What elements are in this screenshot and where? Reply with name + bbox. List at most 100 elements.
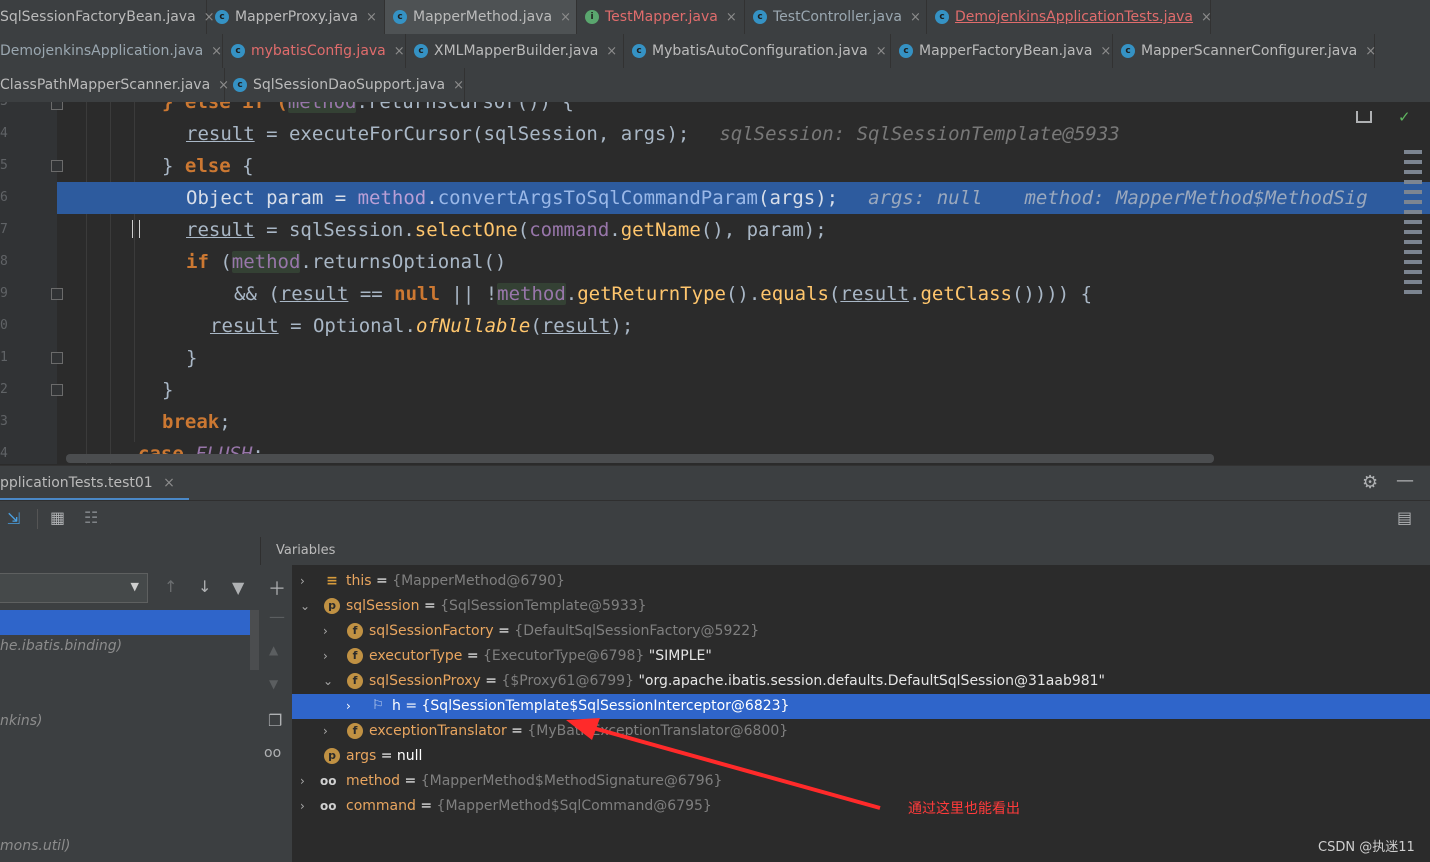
layout-icon[interactable]: ☷ [84, 508, 98, 527]
code-token: == [348, 283, 395, 305]
close-icon[interactable]: × [1100, 44, 1111, 59]
minimize-icon[interactable]: — [1396, 470, 1414, 491]
checkmark-icon[interactable]: ✓ [1398, 108, 1411, 126]
collapse-arrow-icon[interactable]: ⌄ [300, 594, 310, 619]
copy-icon[interactable]: ❐ [268, 711, 282, 730]
tab-mapperscannerconfigurer[interactable]: c MapperScannerConfigurer.java × [1113, 34, 1376, 68]
close-icon[interactable]: × [876, 44, 887, 59]
variables-toolbar: ＋ — ▲ ▼ ❐ oo [260, 565, 293, 862]
close-icon[interactable]: × [726, 10, 737, 25]
tab-demojenkinsapplicationtests[interactable]: c DemojenkinsApplicationTests.java × [927, 0, 1212, 34]
fold-marker-icon[interactable] [51, 102, 63, 110]
step-into-icon[interactable]: ⇲ [7, 509, 20, 528]
code-token: = [278, 315, 313, 337]
frame-item[interactable]: mons.util) [0, 838, 70, 854]
expand-arrow-icon[interactable]: › [323, 719, 328, 744]
editor-tab-row-3: ClassPathMapperScanner.java × c SqlSessi… [0, 68, 1430, 103]
debug-session-tab[interactable]: pplicationTests.test01 × [0, 466, 189, 500]
code-editor[interactable]: 3 4 5 6 7 8 9 0 1 2 3 4 } else if (metho… [0, 102, 1430, 464]
close-icon[interactable]: × [453, 78, 464, 93]
tab-xmlmapperbuilder[interactable]: c XMLMapperBuilder.java × [406, 34, 624, 68]
expand-arrow-icon[interactable]: › [300, 769, 305, 794]
variable-row[interactable]: › f sqlSessionFactory = {DefaultSqlSessi… [292, 619, 1430, 644]
close-icon[interactable]: × [560, 10, 571, 25]
thread-selector[interactable]: ▼ [0, 573, 148, 603]
close-icon[interactable]: × [366, 10, 377, 25]
restore-layout-icon[interactable]: ▤ [1397, 508, 1412, 527]
frame-item[interactable]: nkins) [0, 713, 43, 729]
frame-item[interactable]: he.ibatis.binding) [0, 638, 122, 654]
interface-icon: i [585, 10, 599, 24]
variable-row[interactable]: › ≡ this = {MapperMethod@6790} [292, 569, 1430, 594]
tab-demojenkinsapplication[interactable]: DemojenkinsApplication.java × [0, 34, 223, 68]
frame-item-selected[interactable] [0, 610, 250, 635]
variable-row[interactable]: › oo method = {MapperMethod$MethodSignat… [292, 769, 1430, 794]
tab-label: MybatisAutoConfiguration.java [652, 43, 868, 59]
variable-row[interactable]: ⌄ f sqlSessionProxy = {$Proxy61@6799} "o… [292, 669, 1430, 694]
close-icon[interactable]: × [394, 44, 405, 59]
reader-mode-icon[interactable] [1356, 111, 1372, 123]
variable-row-selected[interactable]: › ⚐ h = {SqlSessionTemplate$SqlSessionIn… [292, 694, 1430, 719]
close-icon[interactable]: × [606, 44, 617, 59]
tab-testmapper[interactable]: i TestMapper.java × [577, 0, 745, 34]
frames-scrollbar[interactable] [250, 610, 259, 670]
variable-row[interactable]: p args = null [292, 744, 1430, 769]
indent-guide [134, 102, 135, 442]
code-token: convertArgsToSqlCommandParam [437, 187, 758, 209]
variable-name: exceptionTranslator [369, 723, 507, 739]
code-token: && ( [234, 283, 280, 305]
parameter-icon: p [324, 598, 340, 614]
move-up-icon[interactable]: ▲ [269, 643, 278, 657]
gear-icon[interactable]: ⚙ [1362, 472, 1378, 493]
close-icon[interactable]: × [910, 10, 921, 25]
error-stripe[interactable] [1404, 150, 1422, 350]
tab-mapperfactorybean[interactable]: c MapperFactoryBean.java × [891, 34, 1113, 68]
close-icon[interactable]: × [211, 44, 222, 59]
remove-watch-icon[interactable]: — [269, 607, 285, 626]
variable-row[interactable]: ⌄ p sqlSession = {SqlSessionTemplate@593… [292, 594, 1430, 619]
expand-arrow-icon[interactable]: › [300, 794, 305, 819]
horizontal-scrollbar[interactable] [66, 454, 1214, 463]
close-icon[interactable]: × [1365, 44, 1376, 59]
tab-mybatisconfig[interactable]: c mybatisConfig.java × [223, 34, 406, 68]
tab-mapperproxy[interactable]: c MapperProxy.java × [207, 0, 385, 34]
close-icon[interactable]: × [163, 475, 175, 491]
toolbar-divider [37, 509, 38, 529]
variable-row[interactable]: › oo command = {MapperMethod$SqlCommand@… [292, 794, 1430, 819]
close-icon[interactable]: × [1201, 10, 1212, 25]
code-token: getReturnType [577, 283, 726, 305]
class-icon: c [753, 10, 767, 24]
filter-icon[interactable]: ▼ [232, 578, 244, 597]
add-watch-icon[interactable]: ＋ [268, 575, 286, 601]
code-token: } [162, 155, 185, 177]
tab-mybatisautoconfiguration[interactable]: c MybatisAutoConfiguration.java × [624, 34, 891, 68]
tab-label: DemojenkinsApplicationTests.java [955, 9, 1194, 25]
tab-classpathmapperscanner[interactable]: ClassPathMapperScanner.java × [0, 68, 229, 102]
expand-arrow-icon[interactable]: › [346, 694, 351, 719]
table-view-icon[interactable]: ▦ [50, 508, 65, 527]
code-token: method [287, 102, 357, 113]
arrow-down-icon[interactable]: ↓ [198, 577, 211, 596]
expand-arrow-icon[interactable]: › [300, 569, 305, 594]
variable-string: "org.apache.ibatis.session.defaults.Defa… [634, 673, 1105, 689]
fold-marker-icon[interactable] [51, 160, 63, 172]
tab-sqlsessionfactorybean[interactable]: SqlSessionFactoryBean.java × [0, 0, 215, 34]
move-down-icon[interactable]: ▼ [269, 677, 278, 691]
expand-arrow-icon[interactable]: › [323, 619, 328, 644]
code-token: ( [517, 219, 530, 241]
field-icon: f [347, 623, 363, 639]
code-token: method [357, 187, 427, 209]
fold-marker-icon[interactable] [51, 352, 63, 364]
collapse-arrow-icon[interactable]: ⌄ [323, 669, 333, 694]
variable-row[interactable]: › f exceptionTranslator = {MyBatisExcept… [292, 719, 1430, 744]
tab-sqlsessiondaosupport[interactable]: c SqlSessionDaoSupport.java × [225, 68, 465, 102]
watches-glasses-icon[interactable]: oo [264, 745, 281, 761]
arrow-up-icon[interactable]: ↑ [164, 577, 177, 596]
tab-testcontroller[interactable]: c TestController.java × [745, 0, 927, 34]
variable-value: {$Proxy61@6799} [501, 673, 634, 689]
variable-row[interactable]: › f executorType = {ExecutorType@6798} "… [292, 644, 1430, 669]
fold-marker-icon[interactable] [51, 384, 63, 396]
expand-arrow-icon[interactable]: › [323, 644, 328, 669]
fold-marker-icon[interactable] [51, 288, 63, 300]
tab-mappermethod[interactable]: c MapperMethod.java × [385, 0, 577, 34]
